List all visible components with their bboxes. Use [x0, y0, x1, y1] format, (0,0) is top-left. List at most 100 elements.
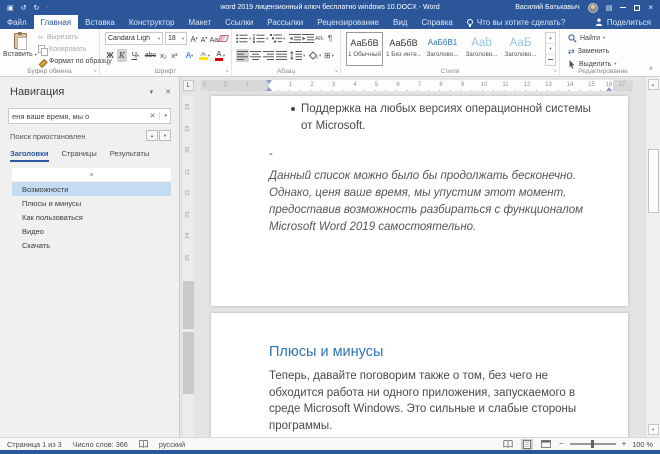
page-indicator[interactable]: Страница 1 из 3	[7, 440, 62, 449]
share-button[interactable]: Поделиться	[586, 15, 660, 29]
font-size-combobox[interactable]: 18 ▾	[165, 32, 187, 45]
next-result-button[interactable]: ▾	[159, 130, 171, 141]
heading-item[interactable]: Возможности	[12, 182, 171, 196]
navigation-close-icon[interactable]: ✕	[165, 88, 171, 96]
bullets-button[interactable]: ▾	[236, 32, 251, 45]
right-indent-marker[interactable]	[606, 84, 612, 91]
document-page-1[interactable]: Поддержка на любых версиях операционной …	[211, 96, 628, 306]
avatar[interactable]	[588, 3, 598, 13]
italic-paragraph[interactable]: Данный список можно было бы продолжать б…	[269, 168, 583, 236]
copy-button[interactable]: Копировать	[38, 44, 87, 55]
tab-references[interactable]: Ссылки	[218, 15, 260, 29]
customize-qat-icon[interactable]: ▾	[46, 5, 48, 11]
scroll-down-icon[interactable]: ▾	[648, 424, 659, 435]
styles-dialog-launcher-icon[interactable]: ↘	[553, 69, 557, 74]
web-layout-icon[interactable]	[539, 439, 553, 449]
strikethrough-button[interactable]: abc	[144, 49, 157, 62]
heading-item[interactable]: Плюсы и минусы	[12, 196, 171, 210]
horizontal-ruler[interactable]: 3 2 1 1 2 3 4 5 6 7 8 9 10 11 12 13 14 1…	[201, 80, 633, 91]
search-clear-icon[interactable]: ✕	[146, 112, 161, 120]
bold-button[interactable]: Ж	[105, 49, 115, 62]
underline-button[interactable]: Ч▾	[129, 49, 142, 62]
language-indicator[interactable]: русский	[159, 440, 185, 449]
text-effects-button[interactable]: А▾	[183, 49, 196, 62]
font-dialog-launcher-icon[interactable]: ↘	[225, 69, 229, 74]
paste-button[interactable]: Вставить▾	[5, 32, 35, 69]
align-right-button[interactable]	[263, 49, 274, 62]
scrollbar-thumb[interactable]	[648, 149, 659, 213]
hanging-indent-marker[interactable]	[266, 84, 272, 91]
shading-button[interactable]: ▾	[308, 49, 321, 62]
print-layout-icon[interactable]	[521, 439, 533, 450]
align-left-button[interactable]	[236, 49, 249, 62]
tab-view[interactable]: Вид	[386, 15, 414, 29]
vertical-scrollbar[interactable]: ▴ ▾	[645, 77, 660, 437]
heading-item[interactable]: Скачать	[12, 238, 171, 252]
zoom-slider-thumb[interactable]	[591, 440, 595, 449]
save-icon[interactable]: ▣	[7, 4, 14, 12]
numbering-button[interactable]: ▾	[253, 32, 268, 45]
sort-button[interactable]: АЯ↓	[315, 32, 324, 45]
font-color-button[interactable]: А ▾	[213, 49, 227, 62]
heading-item-empty[interactable]: ж	[12, 168, 171, 181]
styles-more-icon[interactable]	[546, 55, 555, 65]
tab-review[interactable]: Рецензирование	[310, 15, 386, 29]
style-heading1[interactable]: АаБбВ1 Заголово...	[424, 32, 461, 66]
close-icon[interactable]: ×	[648, 4, 653, 12]
align-center-button[interactable]	[250, 49, 261, 62]
zoom-in-icon[interactable]: +	[622, 440, 627, 448]
word-count[interactable]: Число слов: 366	[73, 440, 128, 449]
tab-design[interactable]: Конструктор	[122, 15, 182, 29]
heading-item[interactable]: Как пользоваться	[12, 210, 171, 224]
nav-tab-headings[interactable]: Заголовки	[10, 149, 49, 162]
read-mode-icon[interactable]	[501, 439, 515, 449]
find-button[interactable]: Найти ▾	[568, 32, 605, 44]
cut-button[interactable]: ✂ Вырезать	[38, 32, 78, 43]
heading-item[interactable]: Видео	[12, 224, 171, 238]
show-marks-button[interactable]: ¶	[328, 32, 332, 45]
collapse-ribbon-icon[interactable]: ∧	[649, 65, 653, 72]
line-spacing-button[interactable]: ▾	[290, 49, 305, 62]
superscript-button[interactable]: x²	[169, 49, 180, 62]
tell-me-box[interactable]: Что вы хотите сделать?	[460, 15, 572, 29]
paragraph-dialog-launcher-icon[interactable]: ↘	[334, 69, 338, 74]
styles-scroll-down-icon[interactable]: ▾	[546, 44, 555, 55]
search-options-caret-icon[interactable]: ▾	[160, 113, 167, 119]
dash-paragraph[interactable]: -	[269, 148, 273, 160]
tab-layout[interactable]: Макет	[181, 15, 218, 29]
ribbon-display-options-icon[interactable]: ▤	[606, 4, 613, 12]
tab-home[interactable]: Главная	[34, 15, 78, 29]
subscript-button[interactable]: x₂	[158, 49, 169, 62]
body-paragraph[interactable]: Теперь, давайте поговорим также о том, б…	[269, 368, 576, 434]
document-page-2[interactable]: Плюсы и минусы Теперь, давайте поговорим…	[211, 313, 628, 437]
clipboard-dialog-launcher-icon[interactable]: ↘	[93, 69, 97, 74]
justify-button[interactable]	[276, 49, 287, 62]
zoom-out-icon[interactable]: −	[559, 440, 564, 448]
italic-button[interactable]: К	[117, 49, 127, 62]
zoom-level[interactable]: 100 %	[632, 440, 653, 449]
style-heading3[interactable]: АаБ Заголово...	[502, 32, 539, 66]
style-heading2[interactable]: Аab Заголово...	[463, 32, 500, 66]
document-heading[interactable]: Плюсы и минусы	[269, 344, 383, 360]
clear-formatting-icon[interactable]	[218, 35, 229, 42]
undo-icon[interactable]: ↺	[21, 4, 27, 12]
restore-icon[interactable]	[634, 5, 640, 11]
minimize-icon[interactable]	[620, 7, 626, 8]
nav-tab-pages[interactable]: Страницы	[62, 149, 97, 162]
shrink-font-button[interactable]: А▾	[199, 32, 209, 45]
previous-result-button[interactable]: ▴	[146, 130, 158, 141]
tab-file[interactable]: Файл	[0, 15, 34, 29]
zoom-slider[interactable]	[570, 443, 616, 445]
borders-button[interactable]: ⊞ ▾	[324, 49, 334, 62]
font-family-combobox[interactable]: Candara Ligh ▾	[105, 32, 163, 45]
style-normal[interactable]: АаБбВ 1 Обычный	[346, 32, 383, 66]
multilevel-list-button[interactable]: ▾	[270, 32, 285, 45]
decrease-indent-button[interactable]	[289, 32, 301, 45]
redo-icon[interactable]: ↻	[34, 4, 40, 12]
nav-tab-results[interactable]: Результаты	[110, 149, 150, 162]
highlight-button[interactable]: ▾	[197, 49, 212, 62]
replace-button[interactable]: ⇄ Заменить	[568, 45, 609, 57]
scroll-up-icon[interactable]: ▴	[648, 79, 659, 90]
grow-font-button[interactable]: А▴	[189, 32, 199, 45]
styles-scroll-up-icon[interactable]: ▴	[546, 33, 555, 44]
